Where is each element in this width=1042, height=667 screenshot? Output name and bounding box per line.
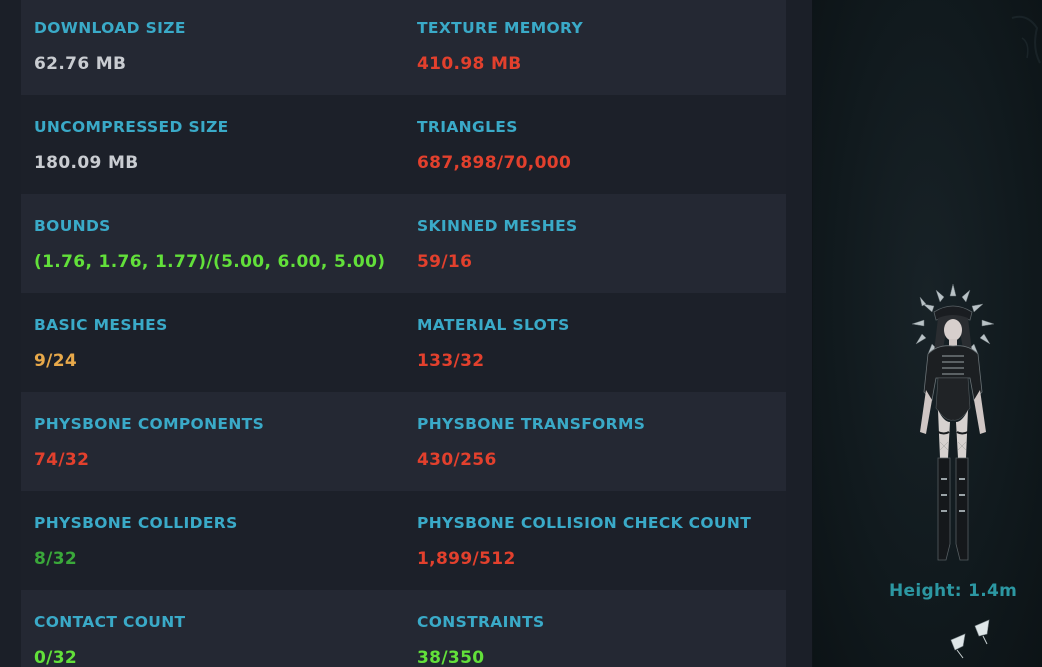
stat-physbone-colliders: PHYSBONE COLLIDERS 8/32 [34,491,404,590]
stat-row: PHYSBONE COMPONENTS 74/32 PHYSBONE TRANSFO… [21,392,786,491]
stat-value: 410.98 MB [417,54,522,74]
stat-constraints: CONSTRAINTS 38/350 [417,590,786,667]
stat-label: BOUNDS [34,217,111,235]
stat-value: 133/32 [417,351,485,371]
stat-value: 180.09 MB [34,153,139,173]
stat-triangles: TRIANGLES 687,898/70,000 [417,95,786,194]
stat-label: MATERIAL SLOTS [417,316,570,334]
stat-label: CONTACT COUNT [34,613,186,631]
stat-row: UNCOMPRESSED SIZE 180.09 MB TRIANGLES 687,8… [21,95,786,194]
stat-value: 38/350 [417,648,485,667]
stat-label: TEXTURE MEMORY [417,19,584,37]
stat-row: CONTACT COUNT 0/32 CONSTRAINTS 38/350 [21,590,786,667]
stat-texture-memory: TEXTURE MEMORY 410.98 MB [417,0,786,95]
stat-value: 9/24 [34,351,78,371]
stat-label: PHYSBONE TRANSFORMS [417,415,646,433]
stat-label: PHYSBONE COLLIDERS [34,514,238,532]
stat-row: BASIC MESHES 9/24 MATERIAL SLOTS 133/32 [21,293,786,392]
stat-value: (1.76, 1.76, 1.77)/(5.00, 6.00, 5.00) [34,252,386,272]
avatar-preview-panel[interactable]: Height: 1.4m [813,0,1042,667]
stat-physbone-collision-check-count: PHYSBONE COLLISION CHECK COUNT 1,899/512 [417,491,786,590]
performance-stats-panel: DOWNLOAD SIZE 62.76 MB TEXTURE MEMORY 410.9… [21,0,786,667]
stat-value: 0/32 [34,648,78,667]
stat-value: 74/32 [34,450,90,470]
stat-skinned-meshes: SKINNED MESHES 59/16 [417,194,786,293]
stat-label: CONSTRAINTS [417,613,545,631]
stat-value: 687,898/70,000 [417,153,572,173]
stat-label: TRIANGLES [417,118,518,136]
stat-row: DOWNLOAD SIZE 62.76 MB TEXTURE MEMORY 410.9… [21,0,786,95]
stat-value: 1,899/512 [417,549,516,569]
stat-basic-meshes: BASIC MESHES 9/24 [34,293,404,392]
avatar-stats-screen: DOWNLOAD SIZE 62.76 MB TEXTURE MEMORY 410.9… [0,0,1042,667]
stat-label: PHYSBONE COMPONENTS [34,415,265,433]
stat-physbone-components: PHYSBONE COMPONENTS 74/32 [34,392,404,491]
avatar-model-figure[interactable] [898,282,1008,574]
stat-label: DOWNLOAD SIZE [34,19,186,37]
stat-row: BOUNDS (1.76, 1.76, 1.77)/(5.00, 6.00, 5.… [21,194,786,293]
stat-label: SKINNED MESHES [417,217,578,235]
stat-bounds: BOUNDS (1.76, 1.76, 1.77)/(5.00, 6.00, 5.… [34,194,404,293]
avatar-height-label: Height: 1.4m [889,581,1018,601]
background-decoration [1011,15,1041,64]
stat-value: 62.76 MB [34,54,127,74]
stat-material-slots: MATERIAL SLOTS 133/32 [417,293,786,392]
stat-physbone-transforms: PHYSBONE TRANSFORMS 430/256 [417,392,786,491]
stat-contact-count: CONTACT COUNT 0/32 [34,590,404,667]
stat-label: UNCOMPRESSED SIZE [34,118,229,136]
stat-label: PHYSBONE COLLISION CHECK COUNT [417,514,752,532]
stat-value: 430/256 [417,450,497,470]
stat-download-size: DOWNLOAD SIZE 62.76 MB [34,0,404,95]
floor-ornament-icon [950,619,990,659]
stat-label: BASIC MESHES [34,316,168,334]
stat-value: 8/32 [34,549,78,569]
stat-row: PHYSBONE COLLIDERS 8/32 PHYSBONE COLLISION… [21,491,786,590]
stat-value: 59/16 [417,252,473,272]
stat-uncompressed-size: UNCOMPRESSED SIZE 180.09 MB [34,95,404,194]
